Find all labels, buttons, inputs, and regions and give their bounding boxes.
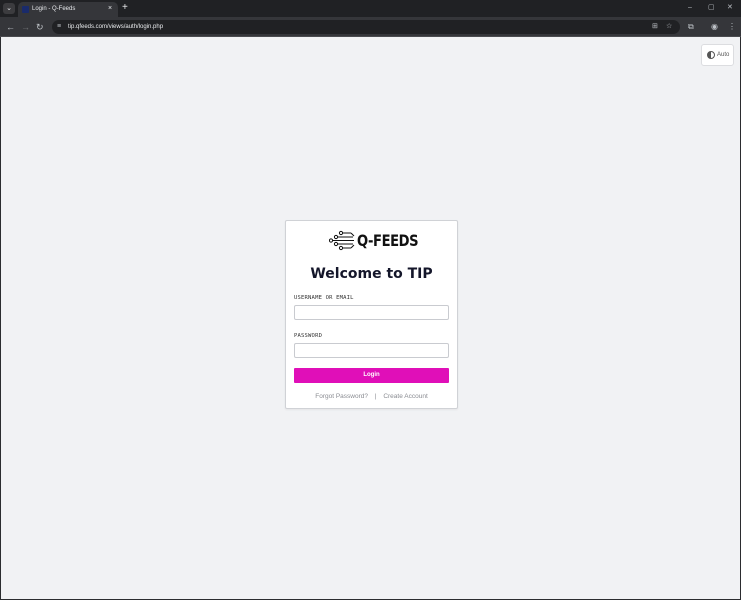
bookmark-star-icon[interactable]: ☆ <box>666 22 672 32</box>
circuit-logo-icon <box>329 230 355 251</box>
brand-wordmark: Q-FEEDS <box>357 231 419 250</box>
reload-icon[interactable]: ↻ <box>36 21 44 33</box>
tab-title: Login - Q-Feeds <box>32 6 76 12</box>
brand-logo: Q-FEEDS <box>329 230 419 251</box>
extensions-icon[interactable]: ⧉ <box>688 21 694 33</box>
translate-icon[interactable]: ⊞ <box>652 22 658 32</box>
password-label: PASSWORD <box>294 333 323 339</box>
link-separator: | <box>374 393 377 400</box>
new-tab-button[interactable]: + <box>122 2 128 14</box>
maximize-icon[interactable]: ▢ <box>708 3 715 13</box>
window-close-icon[interactable]: ✕ <box>727 3 733 13</box>
forward-icon[interactable]: → <box>21 21 30 33</box>
browser-tab-active[interactable]: Login - Q-Feeds × <box>18 2 118 17</box>
back-icon[interactable]: ← <box>6 21 15 33</box>
tab-search-button[interactable]: ⌄ <box>3 3 15 14</box>
menu-icon[interactable]: ⋮ <box>728 21 736 33</box>
contrast-icon <box>707 51 715 59</box>
theme-toggle-label: Auto <box>717 52 730 58</box>
favicon-icon <box>22 6 29 13</box>
forgot-password-link[interactable]: Forgot Password? <box>315 393 368 400</box>
page-viewport: Auto Q-FEEDS Welcome to TIP USERNAME OR <box>0 37 741 600</box>
profile-icon[interactable]: ◉ <box>711 21 718 33</box>
browser-toolbar: ← → ↻ ≡ tip.qfeeds.com/views/auth/login.… <box>0 17 741 37</box>
site-info-icon[interactable]: ≡ <box>57 23 61 31</box>
login-card: Q-FEEDS Welcome to TIP USERNAME OR EMAIL… <box>285 220 458 409</box>
browser-tab-strip: ⌄ Login - Q-Feeds × + – ▢ ✕ <box>0 0 741 17</box>
theme-toggle-button[interactable]: Auto <box>701 44 734 66</box>
auth-links: Forgot Password? | Create Account <box>286 392 457 401</box>
username-label: USERNAME OR EMAIL <box>294 295 354 301</box>
chevron-down-icon: ⌄ <box>6 5 12 12</box>
minimize-icon[interactable]: – <box>688 3 692 13</box>
create-account-link[interactable]: Create Account <box>383 393 427 400</box>
url-text[interactable]: tip.qfeeds.com/views/auth/login.php <box>68 22 163 32</box>
username-input[interactable] <box>294 305 449 320</box>
page-title: Welcome to TIP <box>310 266 433 282</box>
login-button[interactable]: Login <box>294 368 449 383</box>
password-input[interactable] <box>294 343 449 358</box>
address-bar[interactable]: ≡ tip.qfeeds.com/views/auth/login.php ⊞ … <box>52 20 680 34</box>
close-icon[interactable]: × <box>108 4 112 14</box>
